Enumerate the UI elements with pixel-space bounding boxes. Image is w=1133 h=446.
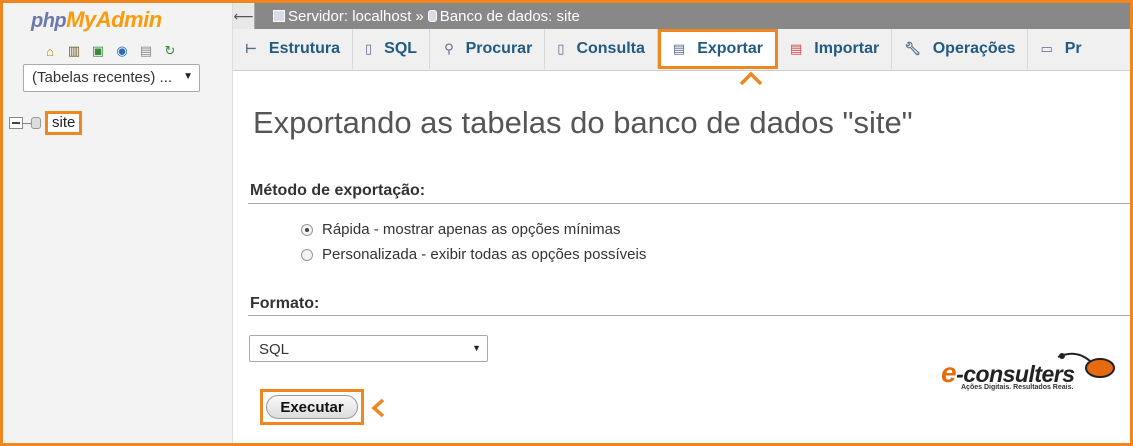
divider — [248, 315, 1130, 316]
privileges-icon: ▭ — [1040, 41, 1053, 56]
collapse-tree-icon[interactable] — [9, 117, 23, 129]
tree-connector — [23, 122, 31, 124]
tab-consulta[interactable]: ▯ Consulta — [545, 29, 658, 69]
execute-button[interactable]: Executar — [266, 395, 358, 419]
phpmyadmin-logo[interactable]: phpMyAdmin — [31, 7, 162, 33]
radio-custom-export[interactable]: Personalizada - exibir todas as opções p… — [301, 246, 646, 263]
chevron-down-icon: ▼ — [472, 343, 481, 353]
query-icon: ▯ — [557, 41, 565, 56]
tab-exportar[interactable]: ▤ Exportar — [657, 29, 778, 69]
help-icon[interactable]: ◉ — [113, 43, 131, 59]
home-icon[interactable]: ⌂ — [41, 43, 59, 59]
export-icon: ▤ — [672, 41, 686, 56]
tab-importar[interactable]: ▤ Importar — [778, 29, 893, 69]
server-icon — [273, 10, 285, 22]
breadcrumb: Servidor: localhost » Banco de dados: si… — [273, 8, 580, 25]
database-icon — [31, 117, 41, 129]
radio-button-checked[interactable] — [301, 223, 313, 236]
wrench-icon: 🔧︎ — [904, 41, 921, 56]
export-page: Exportando as tabelas do banco de dados … — [233, 71, 1130, 443]
page-title: Exportando as tabelas do banco de dados … — [253, 105, 913, 140]
tab-estrutura[interactable]: ⊢ Estrutura — [233, 29, 354, 69]
reload-icon[interactable]: ↻ — [161, 43, 179, 59]
tab-bar: ⊢ Estrutura ▯ SQL ⚲ Procurar ▯ Consulta … — [233, 29, 1130, 71]
export-method-heading: Método de exportação: — [250, 182, 426, 199]
tab-sql[interactable]: ▯ SQL — [353, 29, 431, 69]
collapse-panel-icon[interactable]: ⟵ — [233, 3, 255, 29]
tab-privilegios[interactable]: ▭ Pr — [1028, 29, 1093, 69]
docs-icon[interactable]: ▤ — [137, 43, 155, 59]
breadcrumb-server[interactable]: Servidor: localhost — [288, 8, 411, 25]
tree-item-site[interactable]: site — [45, 111, 83, 135]
import-icon: ▤ — [790, 41, 803, 56]
tab-operacoes[interactable]: 🔧︎ Operações — [892, 29, 1029, 69]
database-icon — [427, 10, 437, 22]
sql-icon: ▯ — [365, 41, 373, 56]
econsulters-logo: e-consulters Ações Digitais. Resultados … — [941, 352, 1116, 395]
divider — [248, 203, 1130, 204]
breadcrumb-database[interactable]: Banco de dados: site — [440, 8, 580, 25]
search-icon: ⚲ — [444, 41, 454, 56]
database-tree: site — [9, 111, 83, 135]
structure-icon: ⊢ — [245, 41, 257, 56]
recent-tables-select[interactable]: (Tabelas recentes) ... ▼ — [23, 64, 200, 92]
radio-quick-export[interactable]: Rápida - mostrar apenas as opções mínima… — [301, 221, 620, 238]
chevron-down-icon: ▼ — [183, 71, 193, 82]
format-select[interactable]: SQL ▼ — [249, 335, 488, 362]
breadcrumb-bar: ⟵ Servidor: localhost » Banco de dados: … — [233, 3, 1130, 29]
logout-icon[interactable]: ▥ — [65, 43, 83, 59]
query-window-icon[interactable]: ▣ — [89, 43, 107, 59]
highlight-caret-left-icon — [371, 398, 385, 418]
execute-highlight: Executar — [260, 389, 364, 425]
radio-button[interactable] — [301, 248, 313, 261]
tab-procurar[interactable]: ⚲ Procurar — [430, 29, 546, 69]
navigation-panel: phpMyAdmin ⌂ ▥ ▣ ◉ ▤ ↻ (Tabelas recentes… — [3, 3, 233, 443]
quick-icons: ⌂ ▥ ▣ ◉ ▤ ↻ — [41, 43, 179, 59]
format-heading: Formato: — [250, 295, 320, 312]
